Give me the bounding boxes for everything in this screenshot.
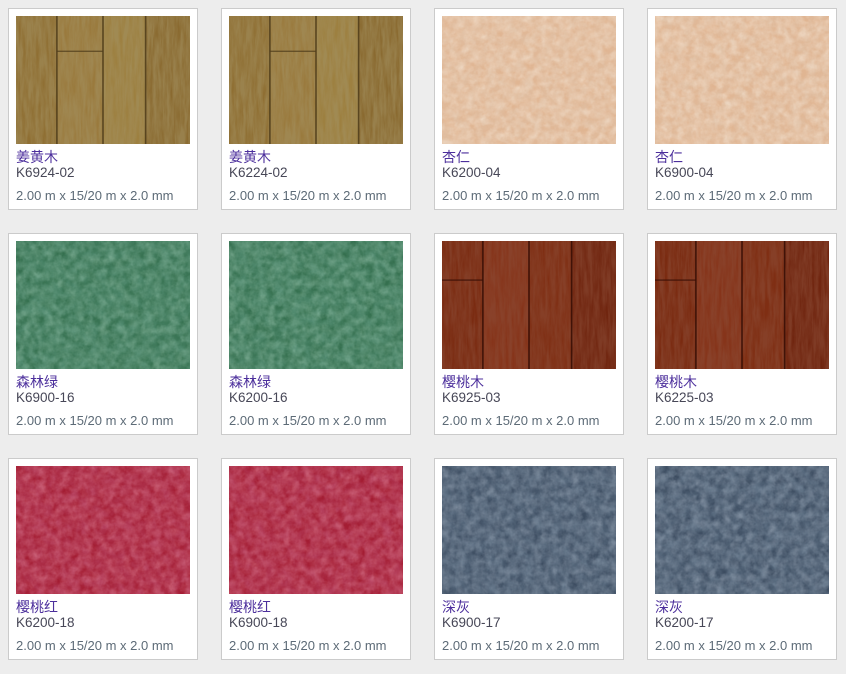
product-dimensions: 2.00 m x 15/20 m x 2.0 mm — [655, 413, 829, 428]
product-card: 姜黄木 K6924-02 2.00 m x 15/20 m x 2.0 mm — [8, 8, 198, 210]
product-card: 深灰 K6900-17 2.00 m x 15/20 m x 2.0 mm — [434, 458, 624, 660]
product-card: 森林绿 K6200-16 2.00 m x 15/20 m x 2.0 mm — [221, 233, 411, 435]
product-name-link[interactable]: 深灰 — [442, 599, 616, 615]
product-dimensions: 2.00 m x 15/20 m x 2.0 mm — [442, 638, 616, 653]
product-card: 樱桃红 K6200-18 2.00 m x 15/20 m x 2.0 mm — [8, 458, 198, 660]
product-name-link[interactable]: 樱桃木 — [655, 374, 829, 390]
product-card: 杏仁 K6900-04 2.00 m x 15/20 m x 2.0 mm — [647, 8, 837, 210]
product-code: K6900-16 — [16, 390, 190, 406]
product-dimensions: 2.00 m x 15/20 m x 2.0 mm — [655, 638, 829, 653]
product-swatch-image[interactable] — [229, 466, 403, 594]
product-name-link[interactable]: 樱桃木 — [442, 374, 616, 390]
product-card: 樱桃木 K6225-03 2.00 m x 15/20 m x 2.0 mm — [647, 233, 837, 435]
product-swatch-image[interactable] — [16, 241, 190, 369]
product-dimensions: 2.00 m x 15/20 m x 2.0 mm — [229, 413, 403, 428]
product-code: K6200-17 — [655, 615, 829, 631]
product-dimensions: 2.00 m x 15/20 m x 2.0 mm — [229, 638, 403, 653]
product-swatch-image[interactable] — [229, 16, 403, 144]
product-name-link[interactable]: 樱桃红 — [16, 599, 190, 615]
product-card: 樱桃红 K6900-18 2.00 m x 15/20 m x 2.0 mm — [221, 458, 411, 660]
product-dimensions: 2.00 m x 15/20 m x 2.0 mm — [16, 188, 190, 203]
product-dimensions: 2.00 m x 15/20 m x 2.0 mm — [16, 638, 190, 653]
product-swatch-image[interactable] — [229, 241, 403, 369]
product-card: 深灰 K6200-17 2.00 m x 15/20 m x 2.0 mm — [647, 458, 837, 660]
product-card: 姜黄木 K6224-02 2.00 m x 15/20 m x 2.0 mm — [221, 8, 411, 210]
product-card: 森林绿 K6900-16 2.00 m x 15/20 m x 2.0 mm — [8, 233, 198, 435]
product-swatch-image[interactable] — [16, 16, 190, 144]
product-swatch-image[interactable] — [442, 16, 616, 144]
product-dimensions: 2.00 m x 15/20 m x 2.0 mm — [229, 188, 403, 203]
product-card: 杏仁 K6200-04 2.00 m x 15/20 m x 2.0 mm — [434, 8, 624, 210]
product-swatch-image[interactable] — [442, 466, 616, 594]
product-code: K6924-02 — [16, 165, 190, 181]
product-dimensions: 2.00 m x 15/20 m x 2.0 mm — [442, 188, 616, 203]
product-code: K6225-03 — [655, 390, 829, 406]
product-code: K6900-17 — [442, 615, 616, 631]
product-code: K6900-18 — [229, 615, 403, 631]
product-name-link[interactable]: 樱桃红 — [229, 599, 403, 615]
product-code: K6200-04 — [442, 165, 616, 181]
product-swatch-image[interactable] — [16, 466, 190, 594]
product-name-link[interactable]: 森林绿 — [16, 374, 190, 390]
product-swatch-image[interactable] — [655, 241, 829, 369]
product-name-link[interactable]: 杏仁 — [655, 149, 829, 165]
product-dimensions: 2.00 m x 15/20 m x 2.0 mm — [442, 413, 616, 428]
product-swatch-image[interactable] — [655, 16, 829, 144]
product-code: K6200-16 — [229, 390, 403, 406]
product-code: K6200-18 — [16, 615, 190, 631]
product-name-link[interactable]: 杏仁 — [442, 149, 616, 165]
product-dimensions: 2.00 m x 15/20 m x 2.0 mm — [16, 413, 190, 428]
product-code: K6900-04 — [655, 165, 829, 181]
product-name-link[interactable]: 森林绿 — [229, 374, 403, 390]
product-card: 樱桃木 K6925-03 2.00 m x 15/20 m x 2.0 mm — [434, 233, 624, 435]
product-code: K6224-02 — [229, 165, 403, 181]
product-name-link[interactable]: 深灰 — [655, 599, 829, 615]
product-code: K6925-03 — [442, 390, 616, 406]
product-dimensions: 2.00 m x 15/20 m x 2.0 mm — [655, 188, 829, 203]
product-grid: 姜黄木 K6924-02 2.00 m x 15/20 m x 2.0 mm 姜… — [0, 0, 846, 660]
product-name-link[interactable]: 姜黄木 — [16, 149, 190, 165]
product-name-link[interactable]: 姜黄木 — [229, 149, 403, 165]
product-swatch-image[interactable] — [442, 241, 616, 369]
product-swatch-image[interactable] — [655, 466, 829, 594]
